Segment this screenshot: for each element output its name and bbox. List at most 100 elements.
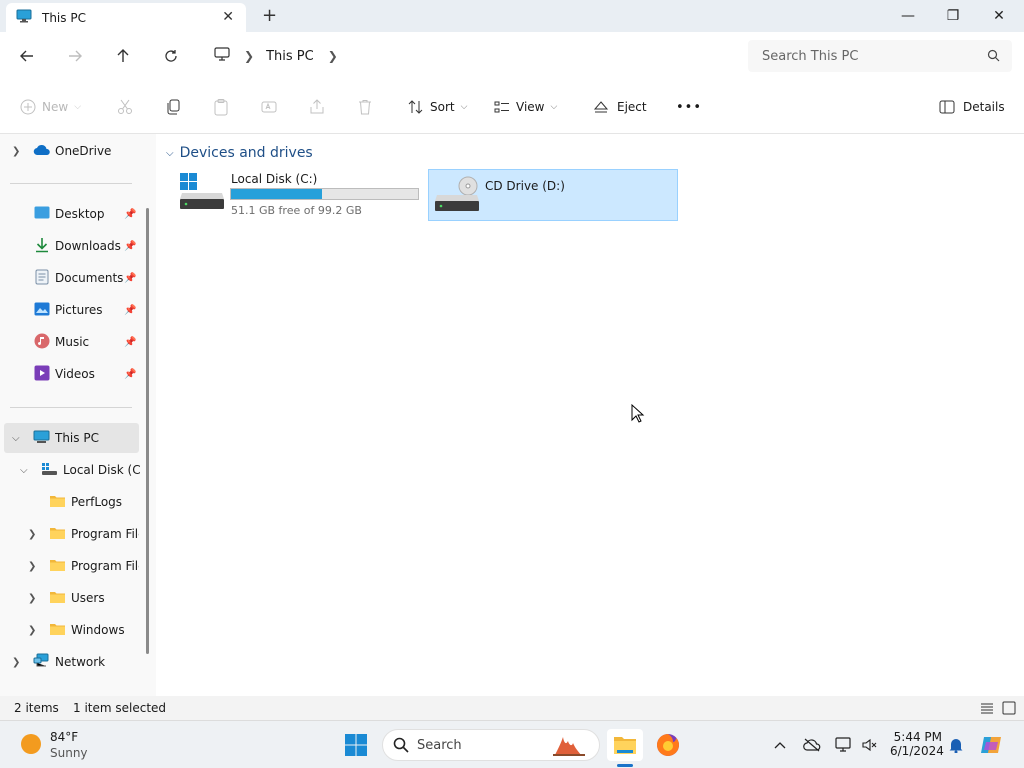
chevron-right-icon[interactable]: ❯: [28, 625, 36, 636]
active-app-indicator: [617, 764, 633, 767]
nav-label: Videos: [55, 367, 95, 381]
address-row: ❯ This PC ❯ Search This PC: [0, 32, 1024, 80]
picture-icon: [34, 302, 50, 319]
chevron-right-icon[interactable]: ❯: [12, 657, 20, 668]
refresh-button[interactable]: [159, 44, 183, 68]
pin-icon: 📌: [124, 240, 137, 252]
nav-item-network[interactable]: ❯ Network: [0, 647, 140, 677]
copilot-button[interactable]: [980, 735, 1004, 755]
nav-item-onedrive[interactable]: ❯ OneDrive: [0, 136, 140, 166]
forward-button[interactable]: [63, 44, 87, 68]
maximize-button[interactable]: ❐: [930, 0, 976, 32]
close-tab-icon[interactable]: ✕: [222, 9, 234, 25]
nav-scrollbar[interactable]: [146, 208, 149, 654]
drive-usage-bar: [230, 188, 419, 200]
nav-item-this-pc[interactable]: ⌵ This PC: [4, 423, 139, 453]
view-button[interactable]: View ⌵: [494, 97, 557, 117]
chevron-down-icon[interactable]: ⌵: [20, 465, 28, 476]
drive-tile-c[interactable]: Local Disk (C:) 51.1 GB free of 99.2 GB: [176, 169, 426, 221]
volume-button[interactable]: [859, 735, 879, 755]
start-button[interactable]: [338, 729, 374, 761]
back-button[interactable]: [15, 44, 39, 68]
nav-label: OneDrive: [55, 144, 112, 158]
tiles-view-icon[interactable]: [1002, 701, 1016, 718]
nav-item-users[interactable]: ❯ Users: [0, 583, 140, 613]
file-list: ⌵ Devices and drives Local Disk (C:) 51.…: [156, 134, 1024, 696]
rename-button[interactable]: [260, 97, 278, 117]
tab-this-pc[interactable]: This PC ✕: [6, 3, 246, 32]
search-input[interactable]: Search This PC: [748, 40, 1012, 72]
nav-item-desktop[interactable]: Desktop 📌: [0, 199, 140, 229]
chevron-right-icon[interactable]: ❯: [28, 529, 36, 540]
group-header-devices[interactable]: ⌵ Devices and drives: [166, 145, 313, 161]
drive-name: CD Drive (D:): [485, 179, 565, 193]
taskbar-search[interactable]: Search: [382, 729, 600, 761]
search-icon: [393, 737, 409, 756]
notifications-button[interactable]: [946, 735, 966, 755]
nav-item-perflogs[interactable]: PerfLogs: [0, 487, 140, 517]
music-icon: [34, 333, 50, 352]
chevron-down-icon[interactable]: ⌵: [12, 433, 20, 444]
breadcrumb-chevron-icon[interactable]: ❯: [244, 49, 254, 63]
chevron-right-icon[interactable]: ❯: [28, 593, 36, 604]
nav-item-local-disk[interactable]: ⌵ Local Disk (C:): [0, 455, 140, 485]
nav-item-downloads[interactable]: Downloads 📌: [0, 231, 140, 261]
this-pc-icon: [16, 9, 32, 26]
breadcrumb-this-pc[interactable]: This PC: [266, 49, 314, 64]
details-view-icon[interactable]: [980, 701, 994, 718]
delete-button[interactable]: [356, 97, 374, 117]
address-bar[interactable]: ❯ This PC ❯: [206, 40, 736, 72]
eject-button[interactable]: Eject: [593, 97, 647, 117]
chevron-right-icon[interactable]: ❯: [12, 146, 20, 157]
new-button[interactable]: New ⌵: [20, 97, 81, 117]
search-icon: [987, 49, 1000, 66]
nav-item-music[interactable]: Music 📌: [0, 327, 140, 357]
more-options-button[interactable]: •••: [676, 97, 702, 117]
details-pane-button[interactable]: Details: [939, 97, 1005, 117]
drive-usage-fill: [231, 189, 322, 199]
status-bar: 2 items 1 item selected: [0, 696, 1024, 720]
nav-divider: [10, 183, 132, 184]
nav-item-program-files-x86[interactable]: ❯ Program Files (x86): [0, 551, 140, 581]
nav-item-windows[interactable]: ❯ Windows: [0, 615, 140, 645]
clipboard-icon: [214, 99, 228, 116]
drive-tile-d[interactable]: CD Drive (D:): [428, 169, 678, 221]
show-hidden-icons-button[interactable]: [770, 735, 790, 755]
chevron-right-icon[interactable]: ❯: [28, 561, 36, 572]
nav-item-documents[interactable]: Documents 📌: [0, 263, 140, 293]
sun-icon: [20, 733, 42, 758]
cut-button[interactable]: [116, 97, 134, 117]
chevron-down-icon: ⌵: [550, 102, 558, 112]
windows-logo-icon: [345, 734, 367, 756]
rename-icon: [261, 101, 277, 113]
monitor-network-icon: [835, 737, 851, 752]
up-button[interactable]: [111, 44, 135, 68]
sort-label: Sort: [430, 100, 455, 114]
copy-button[interactable]: [164, 97, 182, 117]
minimize-button[interactable]: —: [885, 0, 931, 32]
file-explorer-taskbar-button[interactable]: [607, 729, 643, 761]
new-tab-button[interactable]: +: [262, 5, 277, 26]
copy-icon: [167, 99, 180, 115]
nav-item-program-files[interactable]: ❯ Program Files: [0, 519, 140, 549]
paste-button[interactable]: [212, 97, 230, 117]
chevron-down-icon: ⌵: [460, 102, 468, 112]
bell-icon: [949, 739, 963, 753]
network-status-button[interactable]: [834, 735, 854, 755]
cloud-sync-button[interactable]: [802, 735, 822, 755]
breadcrumb-chevron-icon[interactable]: ❯: [328, 49, 338, 63]
nav-item-videos[interactable]: Videos 📌: [0, 359, 140, 389]
firefox-taskbar-button[interactable]: [650, 729, 686, 761]
close-window-button[interactable]: ✕: [976, 0, 1022, 32]
item-count: 2 items: [14, 701, 59, 715]
nav-label: Windows: [71, 623, 125, 637]
nav-item-pictures[interactable]: Pictures 📌: [0, 295, 140, 325]
document-icon: [35, 269, 49, 288]
system-clock[interactable]: 5:44 PM 6/1/2024: [890, 730, 944, 758]
clock-date: 6/1/2024: [890, 744, 944, 758]
share-button[interactable]: [308, 97, 326, 117]
sort-button[interactable]: Sort ⌵: [408, 97, 467, 117]
this-pc-icon: [33, 430, 50, 447]
pin-icon: 📌: [124, 368, 137, 380]
nav-label: Program Files: [71, 527, 139, 541]
